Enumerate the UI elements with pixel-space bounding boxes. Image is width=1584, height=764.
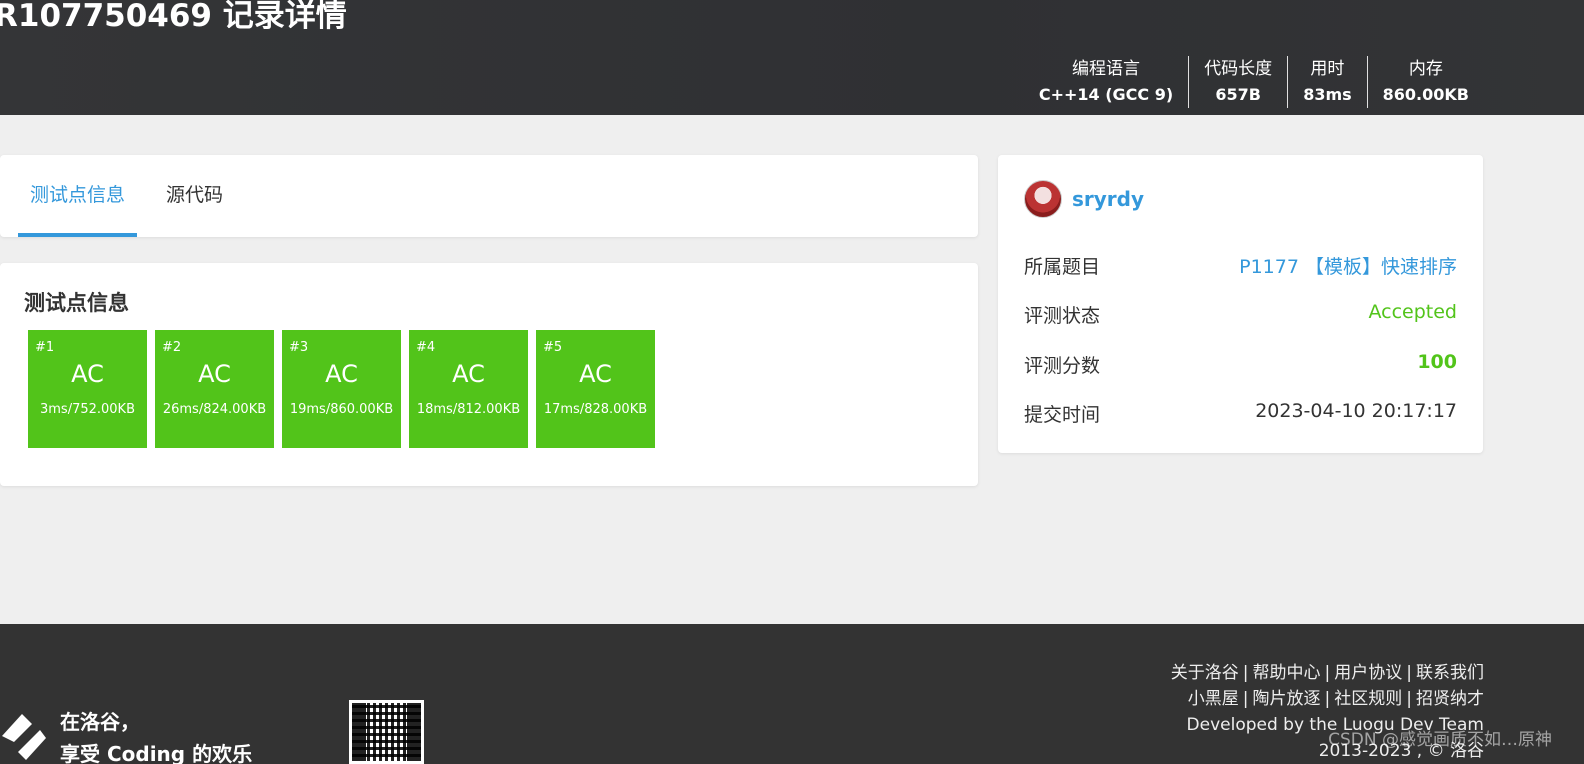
info-key: 所属题目: [1024, 256, 1101, 278]
footer-link-help[interactable]: 帮助中心: [1253, 663, 1321, 683]
page-title: R107750469 记录详情: [0, 0, 347, 34]
qr-code-icon: [349, 700, 424, 764]
problem-link[interactable]: P1177 【模板】快速排序: [1239, 252, 1457, 279]
footer-link-blackroom[interactable]: 小黑屋: [1188, 689, 1239, 709]
info-key: 评测分数: [1024, 355, 1101, 377]
stat-value: C++14 (GCC 9): [1038, 85, 1174, 104]
testcase-number: #4: [416, 340, 436, 355]
footer-link-agreement[interactable]: 用户协议: [1334, 663, 1402, 683]
page-footer: 在洛谷， 享受 Coding 的欢乐 关于洛谷 | 帮助中心 | 用户协议 | 联系我们 小…: [0, 624, 1584, 764]
testcases-card: 测试点信息 #1 AC 3ms/752.00KB #2 AC 26ms/824.…: [0, 263, 978, 486]
page-header: R107750469 记录详情 编程语言 C++14 (GCC 9) 代码长度 …: [0, 0, 1584, 115]
testcase-list: #1 AC 3ms/752.00KB #2 AC 26ms/824.00KB #…: [28, 330, 655, 448]
stat-value: 657B: [1215, 85, 1261, 104]
luogu-logo-icon: [2, 714, 46, 760]
stat-label: 编程语言: [1072, 59, 1141, 79]
testcases-heading: 测试点信息: [24, 291, 129, 315]
status-value: Accepted: [1368, 301, 1457, 323]
testcase-number: #1: [35, 340, 55, 355]
stat-label: 内存: [1408, 59, 1443, 79]
footer-link-contact[interactable]: 联系我们: [1416, 663, 1484, 683]
testcase-number: #3: [289, 340, 309, 355]
footer-links-line2: 小黑屋 | 陶片放逐 | 社区规则 | 招贤纳才: [1187, 689, 1484, 709]
testcase-item[interactable]: #2 AC 26ms/824.00KB: [155, 330, 274, 448]
tabs-card: 测试点信息 源代码: [0, 155, 978, 237]
testcase-number: #2: [162, 340, 182, 355]
testcase-status: AC: [452, 360, 485, 388]
testcase-detail: 19ms/860.00KB: [289, 402, 394, 417]
submit-time-value: 2023-04-10 20:17:17: [1255, 400, 1457, 422]
testcase-item[interactable]: #3 AC 19ms/860.00KB: [282, 330, 401, 448]
avatar[interactable]: [1024, 180, 1062, 218]
info-row-status: 评测状态 Accepted: [1024, 301, 1457, 328]
testcase-item[interactable]: #5 AC 17ms/828.00KB: [536, 330, 655, 448]
testcase-status: AC: [198, 360, 231, 388]
testcase-detail: 26ms/824.00KB: [162, 402, 267, 417]
info-key: 提交时间: [1024, 404, 1101, 426]
testcase-status: AC: [325, 360, 358, 388]
testcase-number: #5: [543, 340, 563, 355]
footer-link-ostracism[interactable]: 陶片放逐: [1253, 689, 1321, 709]
footer-link-about[interactable]: 关于洛谷: [1171, 663, 1239, 683]
stat-time: 用时 83ms: [1287, 56, 1366, 108]
slogan-line: 享受 Coding 的欢乐: [60, 742, 253, 764]
testcase-item[interactable]: #4 AC 18ms/812.00KB: [409, 330, 528, 448]
testcase-status: AC: [579, 360, 612, 388]
testcase-item[interactable]: #1 AC 3ms/752.00KB: [28, 330, 147, 448]
stat-label: 用时: [1310, 59, 1345, 79]
footer-slogan: 在洛谷， 享受 Coding 的欢乐: [60, 706, 252, 764]
info-row-problem: 所属题目 P1177 【模板】快速排序: [1024, 252, 1457, 279]
stat-code-length: 代码长度 657B: [1188, 56, 1287, 108]
score-value: 100: [1417, 351, 1457, 373]
footer-link-jobs[interactable]: 招贤纳才: [1416, 689, 1484, 709]
tab-testcase-info[interactable]: 测试点信息: [18, 155, 137, 237]
stat-value: 83ms: [1303, 85, 1352, 104]
footer-link-rules[interactable]: 社区规则: [1334, 689, 1402, 709]
user-info: sryrdy: [1024, 180, 1144, 218]
info-row-submit-time: 提交时间 2023-04-10 20:17:17: [1024, 400, 1457, 427]
record-info-card: sryrdy 所属题目 P1177 【模板】快速排序 评测状态 Accepted…: [998, 155, 1483, 453]
stat-label: 代码长度: [1204, 59, 1273, 79]
testcase-detail: 17ms/828.00KB: [543, 402, 648, 417]
record-stats: 编程语言 C++14 (GCC 9) 代码长度 657B 用时 83ms 内存 …: [1024, 56, 1484, 108]
stat-memory: 内存 860.00KB: [1366, 56, 1484, 108]
testcase-detail: 18ms/812.00KB: [416, 402, 521, 417]
stat-language: 编程语言 C++14 (GCC 9): [1024, 56, 1188, 108]
info-row-score: 评测分数 100: [1024, 351, 1457, 378]
stat-value: 860.00KB: [1382, 85, 1469, 104]
footer-links-line1: 关于洛谷 | 帮助中心 | 用户协议 | 联系我们: [1170, 663, 1484, 683]
testcase-status: AC: [71, 360, 104, 388]
testcase-detail: 3ms/752.00KB: [39, 402, 136, 417]
info-key: 评测状态: [1024, 305, 1101, 327]
watermark: CSDN @感觉画质不如…原神: [1328, 730, 1552, 750]
slogan-line: 在洛谷，: [60, 710, 140, 734]
username-link[interactable]: sryrdy: [1072, 187, 1144, 211]
tab-source-code[interactable]: 源代码: [166, 155, 223, 237]
